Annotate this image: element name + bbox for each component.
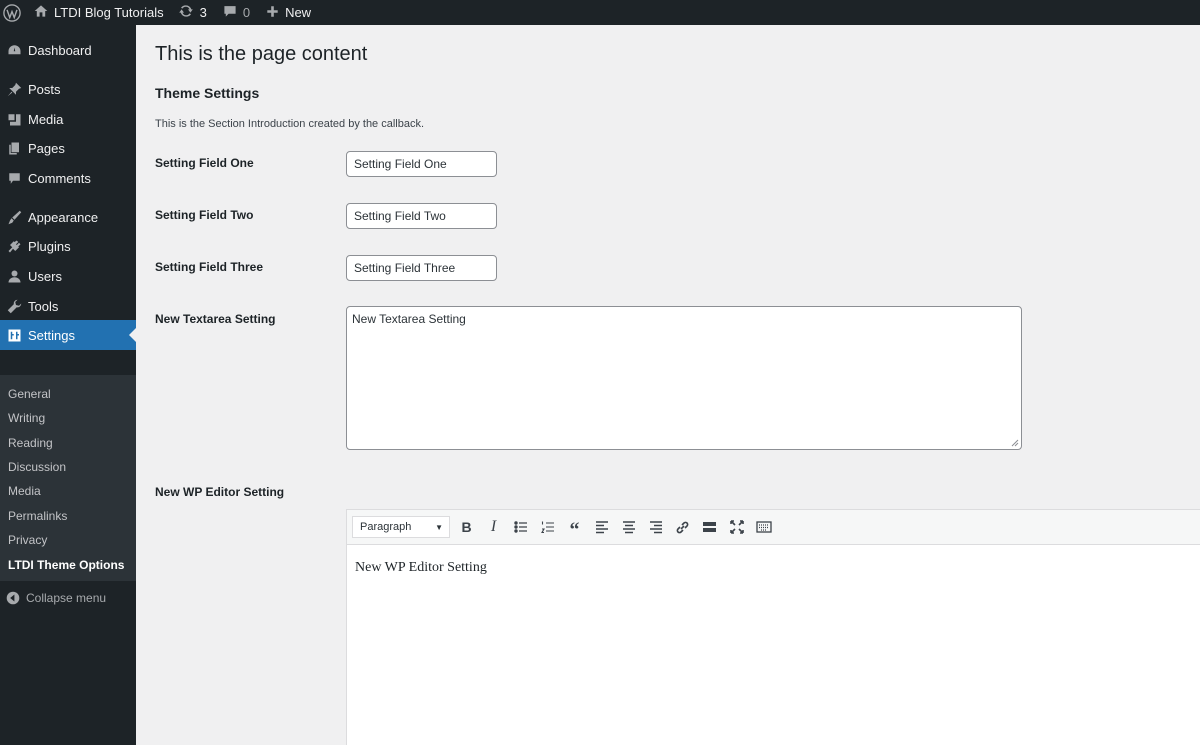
- collapse-menu-button[interactable]: Collapse menu: [0, 588, 136, 608]
- sidebar-item-appearance[interactable]: Appearance: [0, 202, 136, 232]
- comments-count: 0: [242, 5, 251, 20]
- wp-editor-setting-label: New WP Editor Setting: [155, 485, 285, 499]
- numbered-list-icon: [540, 521, 554, 534]
- fullscreen-button[interactable]: [723, 516, 750, 538]
- plus-icon: [266, 5, 279, 21]
- setting-field-one-input[interactable]: [346, 151, 497, 177]
- new-label: New: [285, 5, 312, 20]
- admin-bar: LTDI Blog Tutorials 3 0 New: [0, 0, 1200, 25]
- site-name: LTDI Blog Tutorials: [54, 5, 164, 20]
- wp-editor: Paragraph ▼ B I “ New WP Editor Setting: [346, 509, 1200, 745]
- settings-icon: [0, 328, 28, 343]
- keyboard-icon: [755, 521, 772, 533]
- editor-toolbar: Paragraph ▼ B I “: [347, 510, 1200, 545]
- new-content-link[interactable]: New: [258, 0, 319, 25]
- align-right-button[interactable]: [642, 516, 669, 538]
- plug-icon: [0, 239, 28, 254]
- dropdown-arrow-icon: ▼: [435, 522, 443, 532]
- sidebar-item-dashboard[interactable]: Dashboard: [0, 35, 136, 65]
- sidebar-item-posts[interactable]: Posts: [0, 74, 136, 104]
- admin-sidebar: Dashboard Posts Media Pages Comments App…: [0, 25, 136, 745]
- page-title: This is the page content: [155, 43, 368, 65]
- section-title: Theme Settings: [155, 85, 260, 101]
- media-icon: [0, 112, 28, 127]
- setting-field-three-input[interactable]: [346, 255, 497, 281]
- align-left-icon: [595, 521, 608, 534]
- sidebar-item-comments[interactable]: Comments: [0, 163, 136, 193]
- submenu-item-reading[interactable]: Reading: [8, 436, 53, 450]
- editor-content[interactable]: New WP Editor Setting: [355, 560, 487, 576]
- submenu-item-general[interactable]: General: [8, 387, 51, 401]
- updates-icon: [178, 3, 194, 22]
- setting-field-one-label: Setting Field One: [155, 156, 254, 170]
- submenu-item-media[interactable]: Media: [8, 484, 41, 498]
- sidebar-item-users[interactable]: Users: [0, 261, 136, 291]
- insert-link-button[interactable]: [669, 516, 696, 538]
- setting-field-two-input[interactable]: [346, 203, 497, 229]
- bullet-list-button[interactable]: [507, 516, 534, 538]
- submenu-item-discussion[interactable]: Discussion: [8, 460, 66, 474]
- comments-link[interactable]: 0: [215, 0, 258, 25]
- pushpin-icon: [0, 82, 28, 97]
- updates-count: 3: [199, 5, 207, 20]
- updates-link[interactable]: 3: [172, 0, 215, 25]
- bold-button[interactable]: B: [453, 516, 480, 538]
- wordpress-logo-icon[interactable]: [0, 0, 24, 25]
- sidebar-item-tools[interactable]: Tools: [0, 291, 136, 321]
- home-icon: [34, 4, 48, 21]
- format-select-value: Paragraph: [360, 521, 412, 533]
- section-intro: This is the Section Introduction created…: [155, 118, 425, 130]
- submenu-item-ltdi-theme-options[interactable]: LTDI Theme Options: [8, 558, 124, 572]
- collapse-arrow-icon: [0, 591, 26, 605]
- numbered-list-button[interactable]: [534, 516, 561, 538]
- blockquote-button[interactable]: “: [561, 516, 588, 541]
- textarea-setting-input[interactable]: New Textarea Setting: [346, 306, 1022, 450]
- wrench-icon: [0, 299, 28, 314]
- textarea-value: New Textarea Setting: [352, 312, 466, 326]
- sidebar-item-settings[interactable]: Settings: [0, 320, 136, 350]
- submenu-item-privacy[interactable]: Privacy: [8, 533, 47, 547]
- format-select[interactable]: Paragraph ▼: [352, 516, 450, 538]
- setting-field-three-label: Setting Field Three: [155, 260, 264, 274]
- submenu-item-writing[interactable]: Writing: [8, 411, 45, 425]
- main-content: This is the page content Theme Settings …: [136, 25, 1200, 745]
- link-icon: [676, 521, 689, 533]
- italic-icon: I: [490, 518, 497, 535]
- resize-grip-icon[interactable]: [1011, 439, 1019, 447]
- submenu-item-permalinks[interactable]: Permalinks: [8, 509, 67, 523]
- bold-icon: B: [461, 519, 472, 535]
- align-left-button[interactable]: [588, 516, 615, 538]
- bullet-list-icon: [513, 521, 527, 533]
- collapse-menu-label: Collapse menu: [26, 591, 107, 605]
- comment-bubble-icon: [223, 4, 237, 21]
- comment-icon: [0, 171, 28, 186]
- align-center-button[interactable]: [615, 516, 642, 538]
- blockquote-icon: “: [569, 519, 580, 541]
- paintbrush-icon: [0, 210, 28, 225]
- align-center-icon: [622, 521, 635, 534]
- sidebar-item-plugins[interactable]: Plugins: [0, 231, 136, 261]
- textarea-setting-label: New Textarea Setting: [155, 312, 276, 326]
- align-right-icon: [649, 521, 662, 534]
- user-icon: [0, 269, 28, 284]
- settings-submenu: General Writing Reading Discussion Media…: [0, 375, 136, 581]
- read-more-icon: [703, 522, 716, 532]
- italic-button[interactable]: I: [480, 516, 507, 538]
- toolbar-toggle-button[interactable]: [750, 516, 777, 538]
- fullscreen-icon: [729, 520, 744, 534]
- read-more-button[interactable]: [696, 516, 723, 538]
- setting-field-two-label: Setting Field Two: [155, 208, 254, 222]
- sidebar-item-media[interactable]: Media: [0, 104, 136, 134]
- pages-icon: [0, 141, 28, 156]
- site-name-link[interactable]: LTDI Blog Tutorials: [24, 0, 172, 25]
- dashboard-icon: [0, 43, 28, 58]
- sidebar-item-pages[interactable]: Pages: [0, 133, 136, 163]
